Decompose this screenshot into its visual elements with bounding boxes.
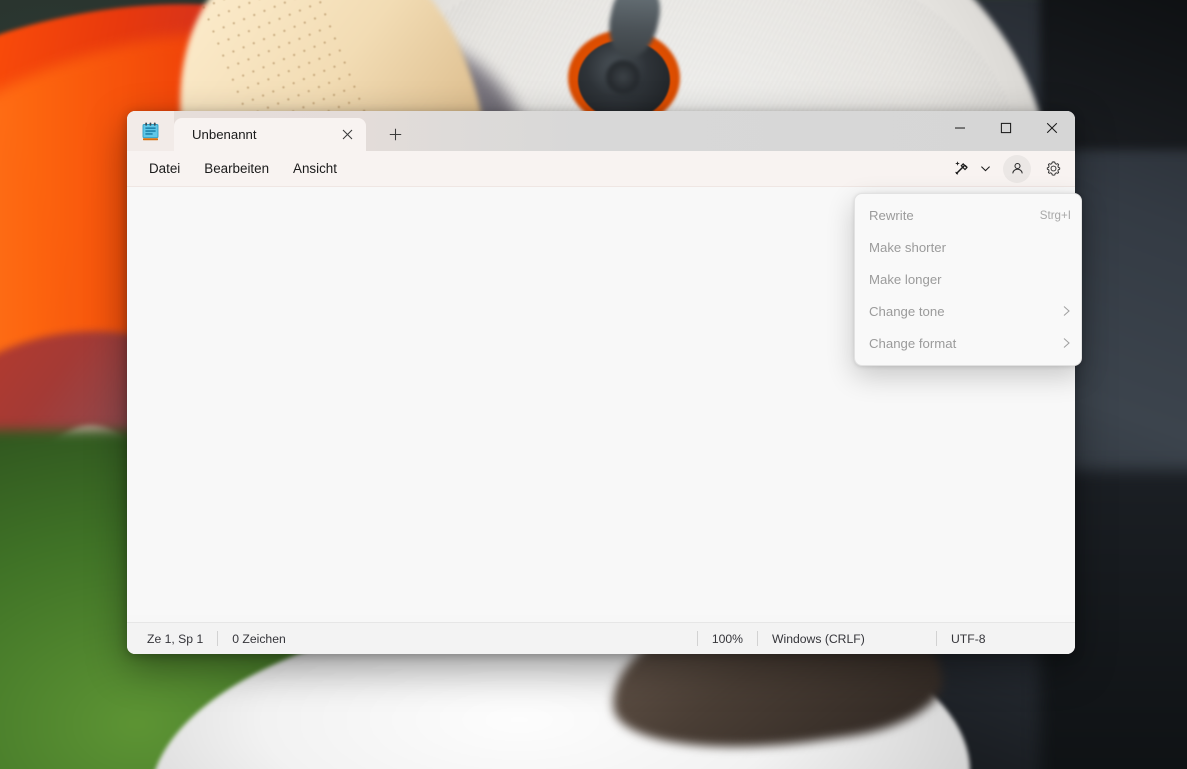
menu-bar: Datei Bearbeiten Ansicht — [127, 151, 1075, 187]
chevron-right-icon — [1063, 306, 1070, 316]
tab-title: Unbenannt — [192, 127, 257, 142]
menu-item-label: Make shorter — [869, 239, 946, 255]
settings-button[interactable] — [1039, 155, 1067, 183]
menu-item-rewrite[interactable]: Rewrite Strg+I — [855, 199, 1081, 231]
minimize-icon — [955, 126, 965, 129]
status-encoding[interactable]: UTF-8 — [937, 632, 1075, 646]
chevron-right-icon — [1063, 338, 1070, 348]
menu-item-ansicht[interactable]: Ansicht — [281, 156, 349, 181]
submenu-arrow — [1062, 337, 1071, 349]
menu-item-make-shorter[interactable]: Make shorter — [855, 231, 1081, 263]
menu-item-label: Rewrite — [869, 207, 914, 223]
close-icon — [1046, 122, 1058, 133]
menu-item-change-format[interactable]: Change format — [855, 327, 1081, 359]
close-window-button[interactable] — [1029, 111, 1075, 144]
app-icon-container — [127, 111, 174, 151]
menu-item-label: Make longer — [869, 271, 942, 287]
status-line-ending[interactable]: Windows (CRLF) — [758, 632, 936, 646]
maximize-button[interactable] — [983, 111, 1029, 144]
wallpaper-eye-pupil — [606, 60, 640, 94]
title-bar: Unbenannt — [127, 111, 1075, 151]
status-character-count: 0 Zeichen — [232, 631, 286, 646]
ai-menu-chevron[interactable] — [975, 155, 995, 183]
minimize-button[interactable] — [937, 111, 983, 144]
ai-wand-icon — [954, 161, 968, 175]
status-zoom-level[interactable]: 100% — [698, 632, 757, 646]
tab-unbenannt[interactable]: Unbenannt — [174, 118, 366, 151]
chevron-down-icon — [980, 166, 990, 172]
submenu-arrow — [1062, 305, 1071, 317]
menu-item-shortcut: Strg+I — [1039, 208, 1071, 222]
maximize-icon — [1000, 122, 1012, 133]
menu-item-bearbeiten[interactable]: Bearbeiten — [192, 156, 281, 181]
toolbar-right — [947, 151, 1067, 186]
menu-item-label: Change format — [869, 335, 957, 351]
menu-item-make-longer[interactable]: Make longer — [855, 263, 1081, 295]
account-icon — [1011, 162, 1023, 174]
notepad-icon — [142, 122, 159, 140]
tab-close-button[interactable] — [334, 123, 360, 147]
tab-strip: Unbenannt — [174, 111, 412, 151]
menu-item-change-tone[interactable]: Change tone — [855, 295, 1081, 327]
ai-actions-menu: Rewrite Strg+I Make shorter Make longer … — [854, 193, 1082, 366]
settings-gear-icon — [1046, 161, 1060, 176]
plus-icon — [389, 128, 401, 140]
status-bar: Ze 1, Sp 1 0 Zeichen 100% Windows (CRLF)… — [127, 622, 1075, 654]
menu-item-datei[interactable]: Datei — [137, 156, 192, 181]
window-controls — [937, 111, 1075, 144]
account-button[interactable] — [1003, 154, 1031, 183]
new-tab-button[interactable] — [378, 119, 412, 149]
menu-item-label: Change tone — [869, 303, 945, 319]
ai-rewrite-button[interactable] — [947, 155, 975, 183]
status-cursor-position: Ze 1, Sp 1 — [147, 631, 204, 646]
close-icon — [342, 129, 352, 140]
